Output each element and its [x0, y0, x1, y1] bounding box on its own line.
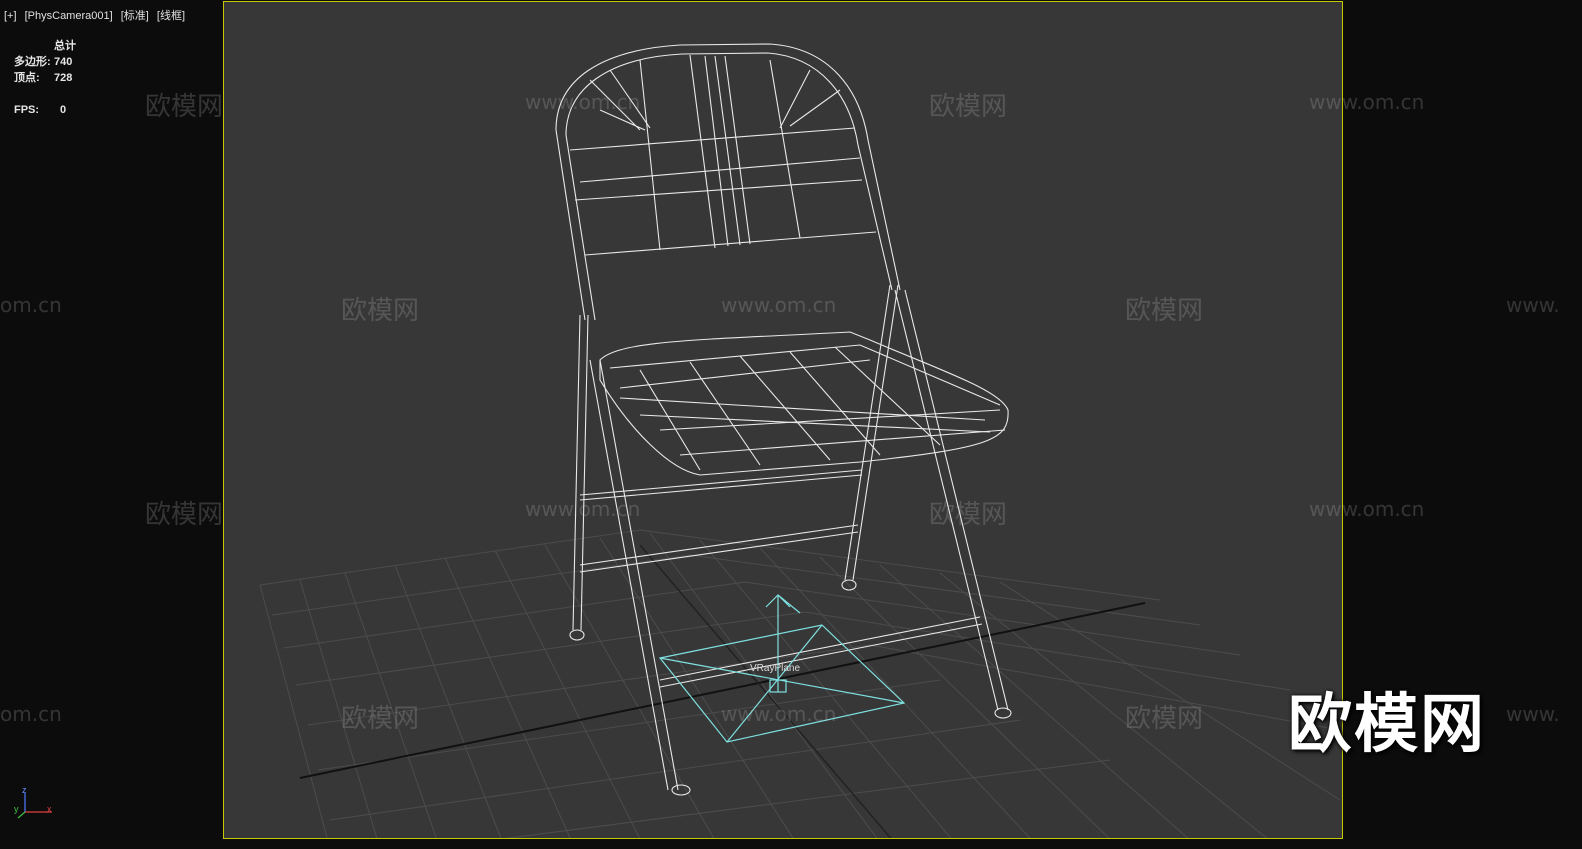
watermark-url: www.om.cn: [525, 497, 641, 521]
watermark-url: www.om.cn: [1309, 90, 1425, 114]
vert-value: 728: [54, 72, 73, 84]
viewport-shading-mode-menu[interactable]: [线框]: [157, 10, 185, 22]
watermark-url-fragment: om.cn: [0, 293, 62, 317]
axis-x-label: x: [47, 804, 52, 814]
watermark-url: www.om.cn: [1309, 497, 1425, 521]
watermark-brand: 欧模网: [145, 92, 224, 122]
stats-header: 总计: [54, 40, 76, 52]
axis-z-label: z: [22, 785, 27, 795]
watermark-url: www.om.cn: [525, 90, 641, 114]
watermark-url-fragment: om.cn: [0, 702, 62, 726]
watermark-brand: 欧模网: [341, 296, 420, 326]
stats-vert-row: 顶点: 728: [14, 70, 76, 86]
axis-y-label: y: [14, 804, 19, 814]
watermark-url: www.om.cn: [721, 293, 837, 317]
watermark-brand: 欧模网: [929, 92, 1008, 122]
stats-fps-row: FPS: 0: [14, 102, 76, 118]
vert-label: 顶点:: [14, 72, 40, 84]
fps-value: 0: [60, 104, 67, 116]
poly-value: 740: [54, 56, 73, 68]
watermark-url-fragment: www.: [1506, 702, 1560, 726]
watermark-url: www.om.cn: [721, 702, 837, 726]
statistics-panel: 总计 多边形: 740 顶点: 728 FPS: 0: [14, 38, 76, 118]
watermark-brand: 欧模网: [1125, 704, 1204, 734]
watermark-brand: 欧模网: [145, 500, 224, 530]
viewport-menu: [+] [PhysCamera001] [标准] [线框]: [4, 7, 190, 23]
watermark-brand: 欧模网: [1125, 296, 1204, 326]
vrayplane-label: VRayPlane: [750, 663, 801, 674]
watermark-brand: 欧模网: [929, 500, 1008, 530]
watermark-url-fragment: www.: [1506, 293, 1560, 317]
brand-logo-watermark: 欧模网: [1288, 688, 1486, 762]
viewport-plus-menu[interactable]: [+]: [4, 10, 17, 22]
fps-label: FPS:: [14, 104, 40, 116]
viewport-camera-menu[interactable]: [PhysCamera001]: [25, 10, 113, 22]
viewport-shading-standard-menu[interactable]: [标准]: [121, 10, 149, 22]
poly-label: 多边形:: [14, 56, 51, 68]
watermark-brand: 欧模网: [341, 704, 420, 734]
stats-poly-row: 多边形: 740: [14, 54, 76, 70]
